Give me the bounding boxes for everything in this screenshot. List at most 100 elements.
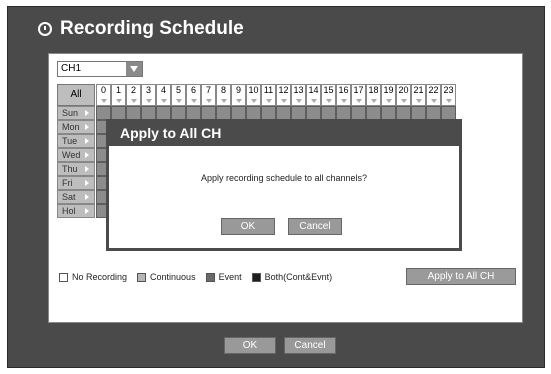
schedule-cell[interactable]: [171, 106, 186, 120]
hour-header[interactable]: 12: [276, 84, 291, 106]
schedule-cell[interactable]: [276, 106, 291, 120]
window-title: Recording Schedule: [60, 18, 244, 39]
schedule-cell[interactable]: [336, 106, 351, 120]
hour-header[interactable]: 2: [126, 84, 141, 106]
hour-header[interactable]: 6: [186, 84, 201, 106]
dialog-message: Apply recording schedule to all channels…: [200, 173, 368, 183]
triangle-right-icon: [85, 124, 89, 130]
hour-header[interactable]: 10: [246, 84, 261, 106]
triangle-down-icon: [416, 99, 422, 103]
schedule-cell[interactable]: [246, 106, 261, 120]
hour-header[interactable]: 3: [141, 84, 156, 106]
day-header[interactable]: Fri: [57, 176, 95, 190]
hour-header[interactable]: 21: [411, 84, 426, 106]
schedule-cell[interactable]: [366, 106, 381, 120]
hour-header[interactable]: 7: [201, 84, 216, 106]
triangle-right-icon: [85, 208, 89, 214]
hour-label: 11: [263, 85, 274, 95]
hour-header[interactable]: 22: [426, 84, 441, 106]
triangle-down-icon: [281, 99, 287, 103]
day-header[interactable]: Thu: [57, 162, 95, 176]
hour-label: 2: [130, 85, 136, 95]
schedule-cell[interactable]: [141, 106, 156, 120]
schedule-cell[interactable]: [321, 106, 336, 120]
day-header[interactable]: Sun: [57, 106, 95, 120]
day-label: Thu: [62, 164, 78, 174]
hour-header[interactable]: 9: [231, 84, 246, 106]
ok-button[interactable]: OK: [224, 337, 276, 354]
apply-to-all-ch-button[interactable]: Apply to All CH: [406, 268, 516, 285]
hour-header[interactable]: 20: [396, 84, 411, 106]
legend-swatch: [59, 272, 68, 282]
channel-select[interactable]: CH1: [57, 61, 143, 77]
triangle-down-icon: [176, 99, 182, 103]
triangle-down-icon: [266, 99, 272, 103]
schedule-cell[interactable]: [411, 106, 426, 120]
hour-label: 21: [413, 85, 424, 95]
legend-item: Continuous: [137, 272, 196, 282]
schedule-cell[interactable]: [216, 106, 231, 120]
hour-header[interactable]: 0: [96, 84, 111, 106]
triangle-right-icon: [85, 110, 89, 116]
schedule-cell[interactable]: [201, 106, 216, 120]
hour-header[interactable]: 5: [171, 84, 186, 106]
chevron-down-icon[interactable]: [126, 62, 142, 76]
hour-header[interactable]: 1: [111, 84, 126, 106]
schedule-cell[interactable]: [126, 106, 141, 120]
schedule-cell[interactable]: [156, 106, 171, 120]
hour-label: 16: [338, 85, 349, 95]
schedule-cell[interactable]: [426, 106, 441, 120]
schedule-cell[interactable]: [261, 106, 276, 120]
hour-header[interactable]: 23: [441, 84, 456, 106]
hour-header[interactable]: 13: [291, 84, 306, 106]
hour-header[interactable]: 11: [261, 84, 276, 106]
hour-header[interactable]: 15: [321, 84, 336, 106]
schedule-cell[interactable]: [396, 106, 411, 120]
day-header[interactable]: Wed: [57, 148, 95, 162]
triangle-right-icon: [85, 138, 89, 144]
schedule-cell[interactable]: [306, 106, 321, 120]
legend-swatch: [205, 272, 215, 282]
schedule-cell[interactable]: [96, 106, 111, 120]
hour-label: 20: [398, 85, 409, 95]
triangle-right-icon: [85, 152, 89, 158]
schedule-cell[interactable]: [186, 106, 201, 120]
schedule-cell[interactable]: [381, 106, 396, 120]
dialog-ok-button[interactable]: OK: [221, 218, 275, 235]
hour-label: 15: [323, 85, 334, 95]
schedule-cell[interactable]: [111, 106, 126, 120]
dialog-cancel-button[interactable]: Cancel: [288, 218, 342, 235]
schedule-cell[interactable]: [231, 106, 246, 120]
hour-header[interactable]: 19: [381, 84, 396, 106]
hour-header[interactable]: 4: [156, 84, 171, 106]
legend-item: Event: [205, 272, 242, 282]
triangle-down-icon: [146, 99, 152, 103]
day-label: Hol: [62, 206, 76, 216]
triangle-down-icon: [311, 99, 317, 103]
legend-swatch: [137, 272, 147, 282]
all-button[interactable]: All: [57, 84, 95, 106]
hour-label: 6: [190, 85, 196, 95]
legend: No Recording Continuous Event Both(Cont&Evn…: [59, 272, 342, 282]
schedule-cell[interactable]: [441, 106, 456, 120]
legend-swatch: [251, 272, 261, 282]
day-label: Tue: [62, 136, 78, 146]
hour-label: 17: [353, 85, 364, 95]
hour-label: 12: [278, 85, 289, 95]
triangle-down-icon: [101, 99, 107, 103]
hour-header[interactable]: 8: [216, 84, 231, 106]
day-label: Wed: [62, 150, 81, 160]
hour-header[interactable]: 18: [366, 84, 381, 106]
day-header[interactable]: Tue: [57, 134, 95, 148]
day-header[interactable]: Hol: [57, 204, 95, 218]
hour-header[interactable]: 17: [351, 84, 366, 106]
schedule-cell[interactable]: [291, 106, 306, 120]
day-header[interactable]: Mon: [57, 120, 95, 134]
cancel-button[interactable]: Cancel: [284, 337, 336, 354]
day-header[interactable]: Sat: [57, 190, 95, 204]
hour-header[interactable]: 16: [336, 84, 351, 106]
schedule-cell[interactable]: [351, 106, 366, 120]
hour-header[interactable]: 14: [306, 84, 321, 106]
hour-label: 22: [428, 85, 439, 95]
triangle-down-icon: [401, 99, 407, 103]
